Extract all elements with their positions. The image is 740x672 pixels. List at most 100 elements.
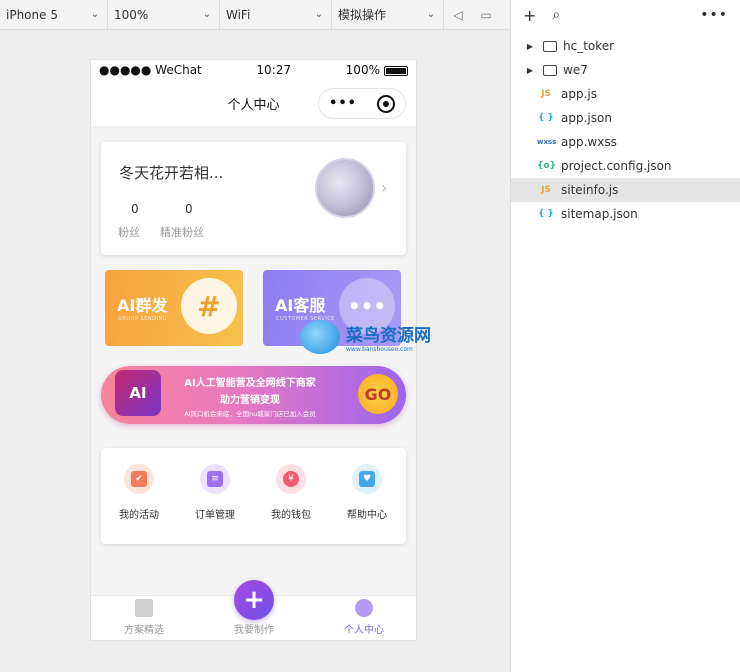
- tab-bar: 方案精选 + 我要制作 个人中心: [91, 580, 416, 640]
- watermark-text: 菜鸟资源网 www.banshouseo.com: [346, 321, 431, 353]
- page-title: 个人中心: [227, 97, 280, 113]
- menu-label: 订单管理: [195, 510, 235, 521]
- file-name: sitemap.json: [561, 207, 638, 221]
- simulator-toolbar: iPhone 5 ⌄ 100% ⌄ WiFi ⌄ 模拟操作 ⌄ ◁ ▭: [0, 0, 510, 30]
- go-button[interactable]: GO: [358, 374, 398, 414]
- folder-item[interactable]: ▶ hc_toker: [511, 34, 740, 58]
- js-file-icon: JS: [541, 185, 551, 195]
- wxss-file-icon: wxss: [537, 138, 557, 146]
- folder-item[interactable]: ▶ we7: [511, 58, 740, 82]
- banner-title: AI人工智能营及全网线下商家: [184, 378, 316, 389]
- device-value: iPhone 5: [6, 7, 58, 22]
- caret-right-icon: ▶: [526, 41, 534, 51]
- tab-create[interactable]: 我要制作: [209, 621, 299, 636]
- menu-item-my-activities[interactable]: ✔ 我的活动: [101, 464, 177, 521]
- banner-subtitle: 助力营销变现: [220, 395, 280, 406]
- search-icon[interactable]: ⌕: [552, 7, 560, 23]
- precise-fans-count: 0: [185, 202, 193, 216]
- file-name: app.wxss: [561, 135, 617, 149]
- more-icon[interactable]: •••: [700, 7, 728, 23]
- tab-label: 个人中心: [344, 625, 384, 636]
- promo-title: AI客服: [275, 296, 326, 315]
- status-bar: ●●●●● WeChat 10:27 100%: [91, 60, 416, 80]
- menu-item-wallet[interactable]: ¥ 我的钱包: [253, 464, 329, 521]
- chevron-down-icon: ⌄: [314, 9, 323, 20]
- help-glyph: ♥: [359, 471, 375, 487]
- file-item[interactable]: JS app.js: [511, 82, 740, 106]
- file-name: hc_toker: [563, 39, 615, 53]
- mode-value: 模拟操作: [338, 8, 387, 22]
- tab-label: 我要制作: [234, 625, 274, 636]
- menu-item-help[interactable]: ♥ 帮助中心: [329, 464, 405, 521]
- precise-fans-label: 精准粉丝: [160, 226, 204, 239]
- chevron-right-icon[interactable]: ›: [381, 178, 387, 197]
- wallet-icon: ¥: [276, 464, 306, 494]
- nav-bar: 个人中心 •••: [91, 80, 416, 126]
- network-select[interactable]: WiFi ⌄: [220, 0, 332, 30]
- file-item[interactable]: wxss app.wxss: [511, 130, 740, 154]
- network-value: WiFi: [226, 7, 251, 22]
- folder-icon: [543, 64, 557, 76]
- sound-icon[interactable]: ◁: [444, 0, 472, 30]
- document-icon: ≡: [200, 464, 230, 494]
- file-item-selected[interactable]: JS siteinfo.js: [511, 178, 740, 202]
- menu-label: 我的活动: [119, 510, 159, 521]
- tab-label: 方案精选: [124, 625, 164, 636]
- file-item[interactable]: { } sitemap.json: [511, 202, 740, 226]
- window-icon[interactable]: ▭: [472, 0, 500, 30]
- file-name: we7: [563, 63, 588, 77]
- chevron-down-icon: ⌄: [90, 9, 99, 20]
- user-card[interactable]: 冬天花开若相... 0 粉丝 0 精准粉丝 ›: [101, 142, 406, 255]
- avatar[interactable]: [315, 158, 375, 218]
- mini-program-capsule: •••: [318, 88, 406, 119]
- watermark-logo-icon: [300, 320, 340, 354]
- watermark-url: www.banshouseo.com: [346, 346, 413, 353]
- promo-subtitle: GROUP SENDING: [118, 316, 168, 322]
- zoom-select[interactable]: 100% ⌄: [108, 0, 220, 30]
- fans-label: 粉丝: [118, 226, 140, 239]
- promo-title: AI群发: [117, 296, 168, 315]
- file-name: app.json: [561, 111, 612, 125]
- document-tab-icon: [135, 599, 153, 617]
- chevron-down-icon: ⌄: [426, 9, 435, 20]
- file-item[interactable]: {o} project.config.json: [511, 154, 740, 178]
- watermark-title: 菜鸟资源网: [346, 326, 431, 346]
- battery-status: 100%: [346, 63, 408, 77]
- create-plus-button[interactable]: +: [234, 580, 274, 620]
- status-time: 10:27: [256, 63, 292, 77]
- mode-select[interactable]: 模拟操作 ⌄: [332, 0, 444, 30]
- battery-icon: [383, 65, 408, 76]
- yen-glyph: ¥: [283, 471, 299, 487]
- ai-group-send-card[interactable]: AI群发 GROUP SENDING #: [105, 270, 243, 346]
- hashtag-icon: #: [181, 278, 237, 334]
- menu-label: 我的钱包: [271, 510, 311, 521]
- menu-label: 帮助中心: [347, 510, 387, 521]
- battery-text: 100%: [345, 63, 380, 77]
- file-name: app.js: [561, 87, 597, 101]
- user-name: 冬天花开若相...: [119, 164, 224, 182]
- caret-right-icon: ▶: [526, 65, 534, 75]
- config-file-icon: {o}: [537, 161, 556, 171]
- zoom-value: 100%: [114, 7, 149, 22]
- json-file-icon: { }: [538, 209, 554, 219]
- file-tree: ▶ hc_toker ▶ we7 JS app.js { } app.json …: [511, 34, 740, 226]
- js-file-icon: JS: [541, 89, 551, 99]
- device-select[interactable]: iPhone 5 ⌄: [0, 0, 108, 30]
- folder-icon: [543, 40, 557, 52]
- plus-icon[interactable]: +: [523, 6, 536, 25]
- banner-note: AI风口机会来临，全国nu城家门店已加入会员: [184, 410, 316, 418]
- file-name: siteinfo.js: [561, 183, 619, 197]
- watermark: 菜鸟资源网 www.banshouseo.com: [300, 320, 431, 354]
- calendar-glyph: ✔: [131, 471, 147, 487]
- tab-featured[interactable]: 方案精选: [99, 599, 189, 636]
- file-explorer: + ⌕ ••• ▶ hc_toker ▶ we7 JS app.js { } a…: [510, 0, 740, 672]
- menu-item-orders[interactable]: ≡ 订单管理: [177, 464, 253, 521]
- menu-grid: ✔ 我的活动 ≡ 订单管理 ¥ 我的钱包 ♥ 帮助中心: [101, 448, 406, 544]
- more-dots-icon[interactable]: •••: [329, 96, 357, 111]
- tab-profile[interactable]: 个人中心: [319, 599, 409, 636]
- chevron-down-icon: ⌄: [202, 9, 211, 20]
- ai-promo-banner[interactable]: AI AI人工智能营及全网线下商家 助力营销变现 AI风口机会来临，全国nu城家…: [101, 366, 406, 424]
- file-item[interactable]: { } app.json: [511, 106, 740, 130]
- json-file-icon: { }: [538, 113, 554, 123]
- close-target-icon[interactable]: [376, 94, 395, 113]
